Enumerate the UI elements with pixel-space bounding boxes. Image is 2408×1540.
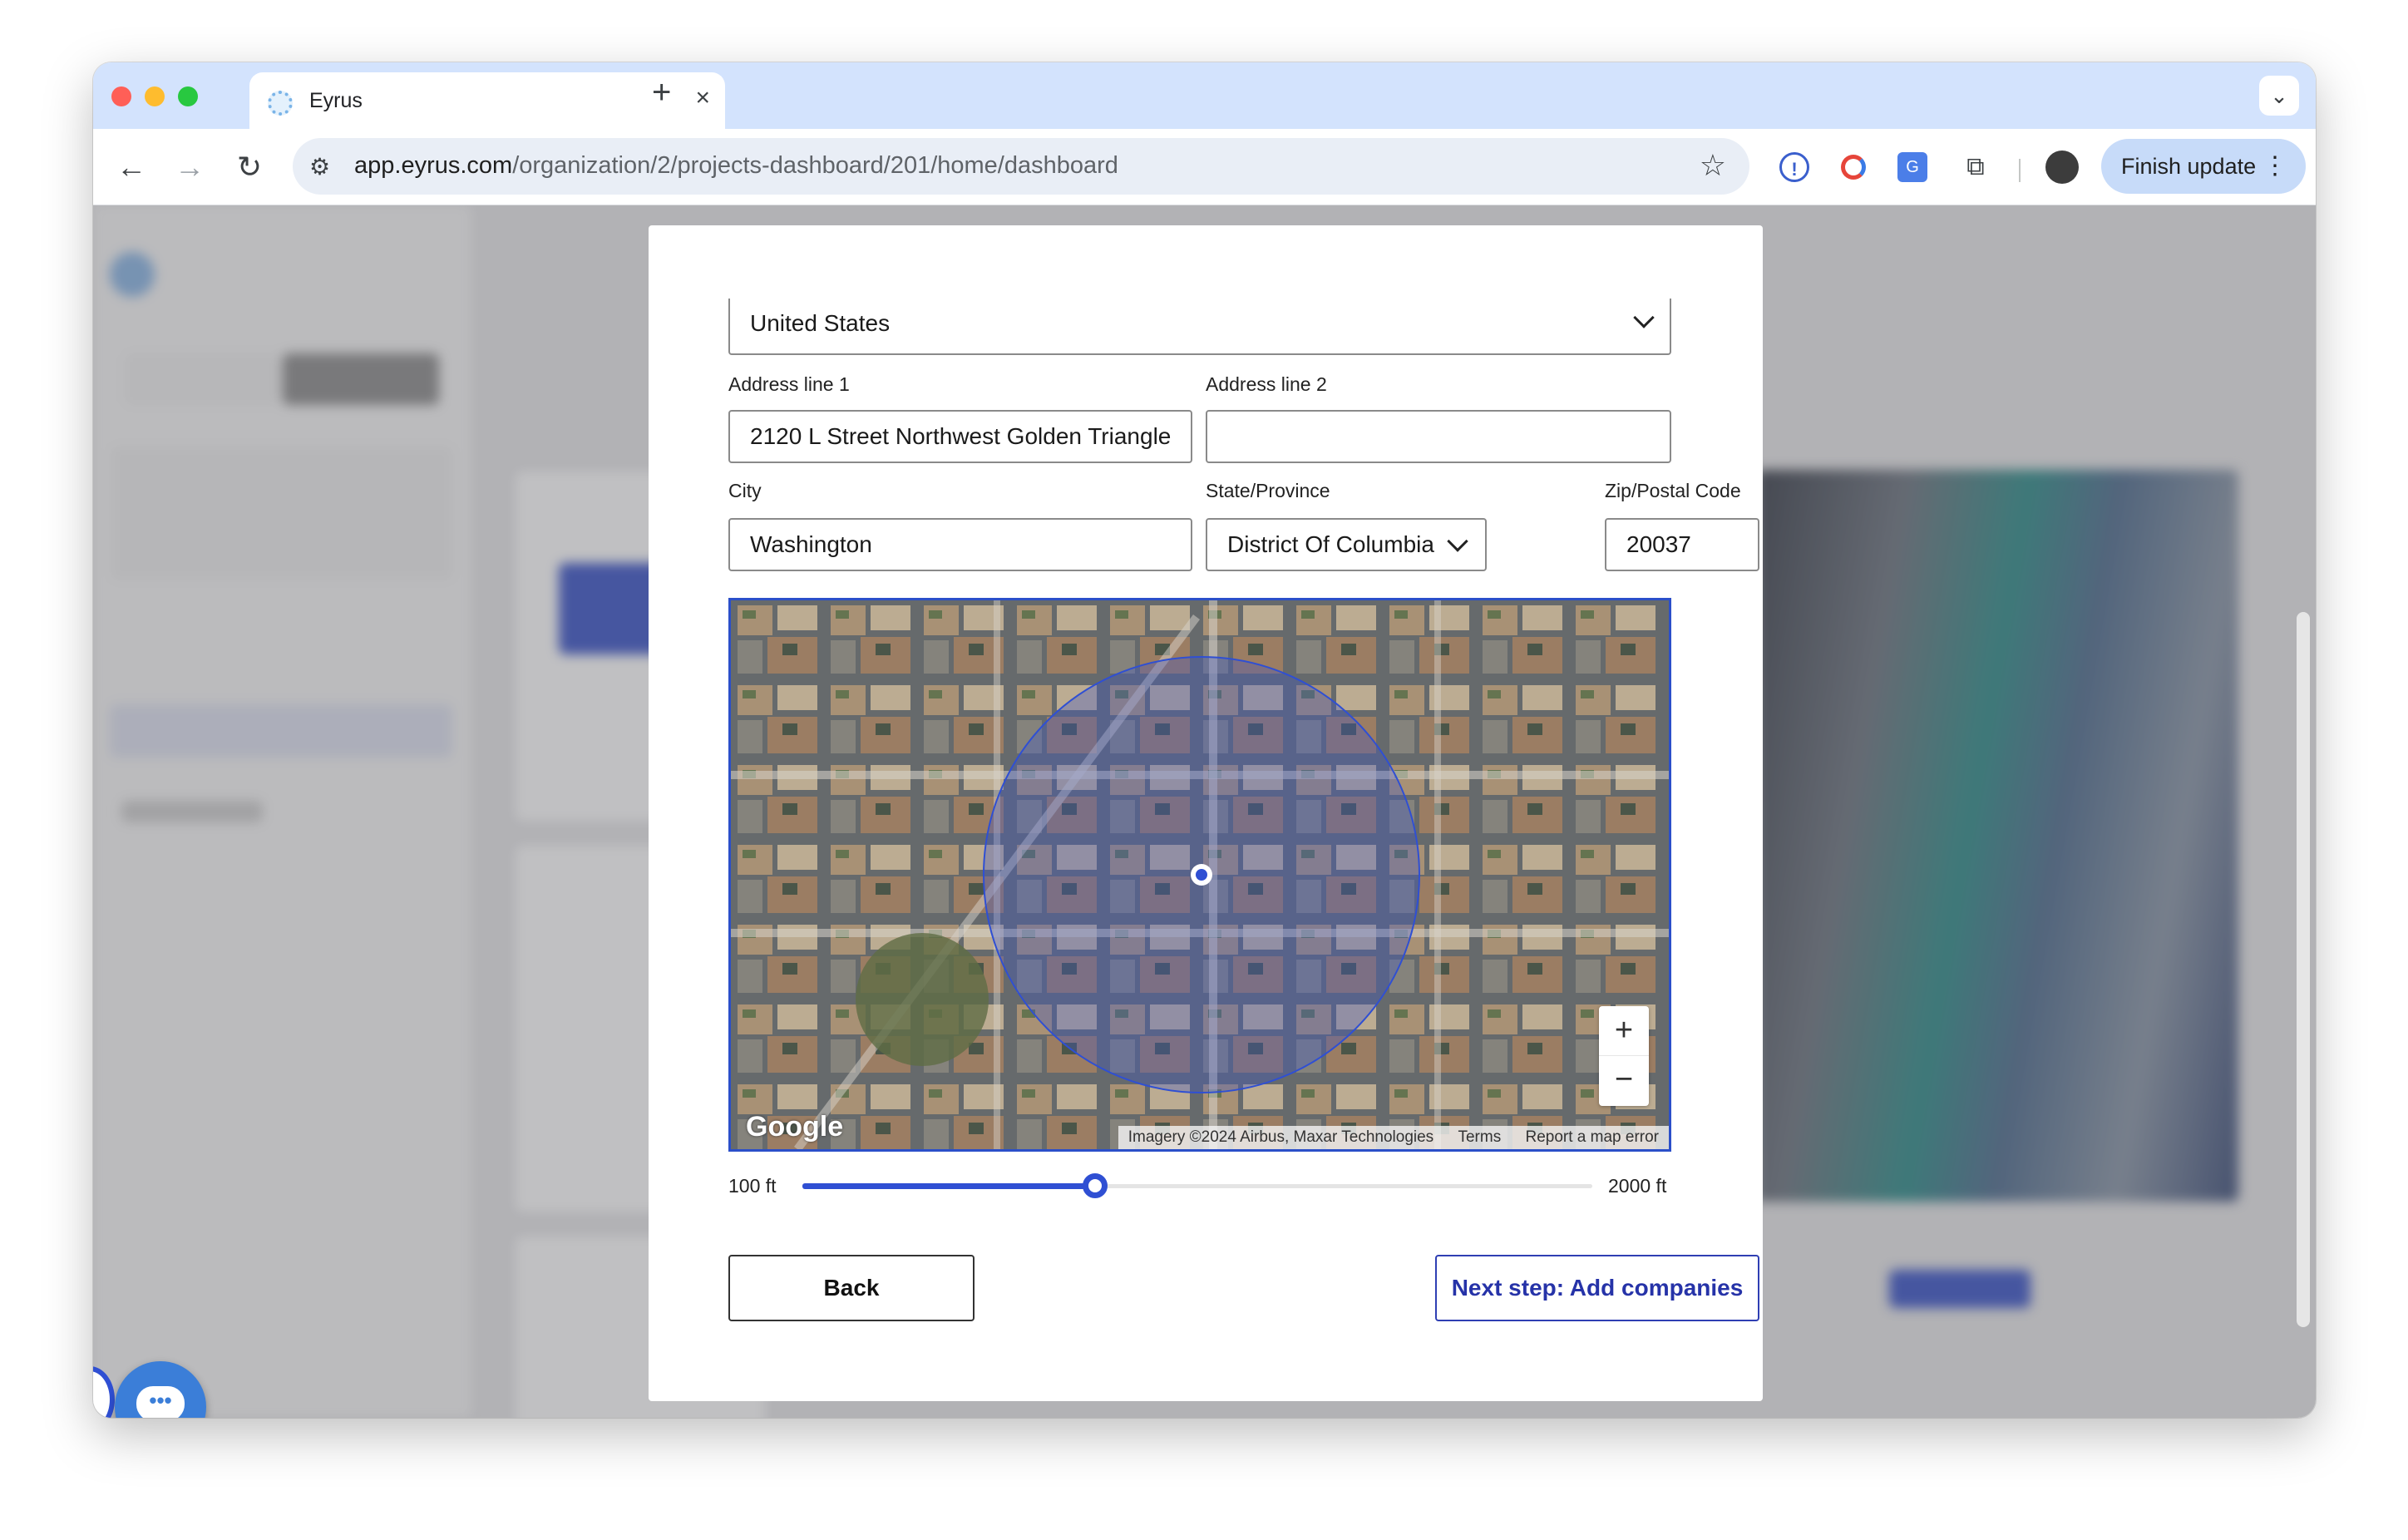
close-window-button[interactable] [111, 86, 131, 106]
site-settings-icon[interactable]: ⚙ [309, 153, 330, 180]
report-map-error-link[interactable]: Report a map error [1525, 1128, 1659, 1146]
url-text: app.eyrus.com/organization/2/projects-da… [354, 152, 1118, 180]
city-input[interactable]: Washington [728, 518, 1192, 571]
tab-strip: Eyrus × + ⌄ [93, 62, 2316, 129]
city-label: City [728, 480, 762, 501]
finish-update-button[interactable]: Finish update ⋮ [2101, 139, 2306, 194]
forward-arrow-icon[interactable]: → [168, 146, 211, 189]
tab-title: Eyrus [309, 89, 363, 112]
map-imagery-credit: Imagery ©2024 Airbus, Maxar Technologies [1128, 1128, 1434, 1146]
eyrus-favicon-icon [268, 91, 293, 116]
extensions-puzzle-icon[interactable]: ⧉ [1961, 152, 1991, 182]
next-step-button[interactable]: Next step: Add companies [1435, 1255, 1759, 1321]
reload-icon[interactable]: ↻ [228, 146, 271, 189]
radius-max-label: 2000 ft [1608, 1175, 1667, 1197]
browser-window: Eyrus × + ⌄ ← → ↻ ⚙ app.eyrus.com/organi… [93, 62, 2316, 1418]
back-arrow-icon[interactable]: ← [110, 146, 153, 189]
radius-slider-fill [802, 1183, 1095, 1189]
chat-bubble-icon: ••• [136, 1386, 185, 1418]
satellite-imagery [731, 600, 1669, 1149]
browser-menu-icon[interactable]: ⋮ [2262, 139, 2287, 194]
minimize-window-button[interactable] [145, 86, 165, 106]
zip-input[interactable]: 20037 [1605, 518, 1759, 571]
password-manager-extension-icon[interactable]: ! [1779, 152, 1809, 182]
app-viewport: United States Address line 1 Address lin… [93, 205, 2316, 1418]
state-value: District Of Columbia [1227, 531, 1434, 557]
radius-min-label: 100 ft [728, 1175, 777, 1197]
address1-label: Address line 1 [728, 373, 850, 395]
state-label: State/Province [1206, 480, 1330, 501]
zoom-out-button[interactable]: − [1599, 1056, 1649, 1106]
radius-slider[interactable] [802, 1173, 1592, 1198]
finish-update-label: Finish update [2121, 154, 2257, 179]
address1-input[interactable]: 2120 L Street Northwest Golden Triangle [728, 410, 1192, 463]
state-select[interactable]: District Of Columbia [1206, 518, 1487, 571]
map-zoom-controls: + − [1599, 1006, 1649, 1106]
modal-scrollbar[interactable] [2297, 612, 2310, 1327]
country-value: United States [750, 310, 891, 336]
zoom-in-button[interactable]: + [1599, 1006, 1649, 1056]
country-select[interactable]: United States [728, 299, 1671, 355]
back-button[interactable]: Back [728, 1255, 975, 1321]
project-location-modal: United States Address line 1 Address lin… [649, 225, 2310, 1401]
satellite-map[interactable]: + − Google Imagery ©2024 Airbus, Maxar T… [728, 598, 1671, 1152]
browser-toolbar: ← → ↻ ⚙ app.eyrus.com/organization/2/pro… [93, 129, 2316, 205]
address-bar[interactable]: ⚙ app.eyrus.com/organization/2/projects-… [293, 138, 1749, 195]
toolbar-divider [2019, 159, 2021, 182]
map-attribution-bar: Imagery ©2024 Airbus, Maxar Technologies… [1118, 1126, 1669, 1149]
url-host: app.eyrus.com [354, 152, 513, 179]
colorful-extension-icon[interactable] [1841, 155, 1866, 180]
zoom-window-button[interactable] [178, 86, 198, 106]
url-path: /organization/2/projects-dashboard/201/h… [512, 152, 1118, 179]
chevron-down-icon [1633, 307, 1655, 328]
new-tab-button[interactable]: + [652, 76, 671, 109]
address2-input[interactable] [1206, 410, 1671, 463]
profile-avatar[interactable] [2045, 151, 2079, 184]
close-tab-icon[interactable]: × [695, 84, 710, 112]
address2-label: Address line 2 [1206, 373, 1327, 395]
google-logo: Google [746, 1111, 844, 1143]
translate-extension-icon[interactable]: G [1897, 152, 1927, 182]
tab-search-button[interactable]: ⌄ [2259, 76, 2299, 116]
zip-label: Zip/Postal Code [1605, 480, 1741, 501]
radius-slider-handle[interactable] [1082, 1173, 1108, 1198]
map-terms-link[interactable]: Terms [1458, 1128, 1501, 1146]
bookmark-star-icon[interactable]: ☆ [1700, 148, 1726, 183]
chevron-down-icon [1447, 531, 1468, 552]
